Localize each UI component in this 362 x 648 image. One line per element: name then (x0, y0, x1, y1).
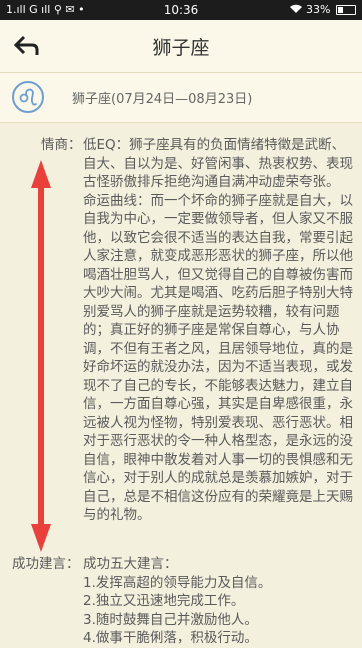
advice-list: 1.发挥高超的领导能力及自信。 2.独立又迅速地完成工作。 3.随时鼓舞自己并激… (83, 574, 355, 648)
eq-body: 低EQ：狮子座具有的负面情绪特徵是武断、自大、自以为是、好管闲事、热衷权势、表现… (83, 136, 355, 525)
date-range: 狮子座(07月24日—08月23日) (72, 92, 253, 107)
advice-item: 4.做事干脆俐落，积极行动。 (83, 630, 258, 646)
eq-paragraph-1: 低EQ：狮子座具有的负面情绪特徵是武断、自大、自以为是、好管闲事、热衷权势、表现… (83, 137, 353, 190)
wifi-icon (289, 4, 303, 17)
eq-paragraph-2: 命运曲线：而一个坏命的狮子座就是自大，以自我为中心，一定要做领导者，但人家又不服… (83, 192, 353, 524)
battery-percent: 33% (306, 3, 331, 16)
eq-section: 情商： 低EQ：狮子座具有的负面情绪特徵是武断、自大、自以为是、好管闲事、热衷权… (0, 136, 362, 536)
page-title: 狮子座 (152, 37, 210, 59)
advice-body: 成功五大建言： 1.发挥高超的领导能力及自信。 2.独立又迅速地完成工作。 3.… (83, 555, 355, 648)
advice-item: 2.独立又迅速地完成工作。 (83, 593, 245, 609)
status-bar: 1.ıll G ıll ⚲ ✉ • 10:36 33% (0, 0, 362, 20)
battery-icon (336, 5, 356, 15)
app-header: 狮子座 (0, 20, 362, 73)
eq-label: 情商： (41, 137, 82, 153)
leo-icon (12, 81, 44, 113)
advice-section: 成功建言： 成功五大建言： 1.发挥高超的领导能力及自信。 2.独立又迅速地完成… (0, 555, 362, 648)
sign-info-row: 狮子座(07月24日—08月23日) (0, 73, 362, 123)
status-right: 33% (289, 3, 356, 17)
advice-item: 1.发挥高超的领导能力及自信。 (83, 574, 272, 591)
advice-intro: 成功五大建言： (83, 556, 178, 572)
advice-label: 成功建言： (12, 556, 80, 572)
advice-item: 3.随时鼓舞自己并激励他人。 (83, 611, 258, 628)
